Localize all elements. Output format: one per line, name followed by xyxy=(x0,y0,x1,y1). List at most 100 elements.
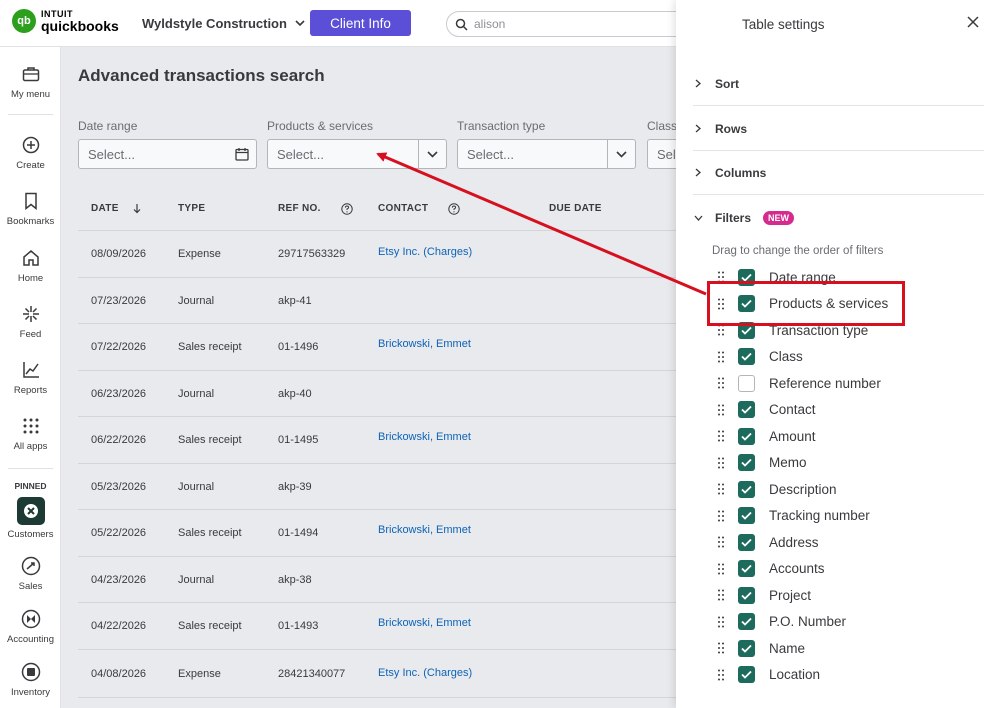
table-row[interactable]: 05/23/2026 Journal akp-39 xyxy=(78,464,676,510)
col-due-date[interactable]: DUE DATE xyxy=(549,203,649,214)
filter-option-row[interactable]: Contact xyxy=(718,397,816,424)
nav-label: Inventory xyxy=(10,687,51,698)
nav-customers[interactable]: Customers xyxy=(0,497,61,540)
search-input[interactable] xyxy=(474,17,674,31)
close-icon[interactable] xyxy=(965,14,981,30)
filter-checkbox[interactable] xyxy=(738,480,755,498)
table-row[interactable]: 06/23/2026 Journal akp-40 xyxy=(78,371,676,417)
table-row[interactable]: 07/22/2026 Sales receipt 01-1496 Brickow… xyxy=(78,324,676,371)
col-type[interactable]: TYPE xyxy=(178,203,278,214)
drag-handle-icon[interactable] xyxy=(718,642,724,654)
nav-home[interactable]: Home xyxy=(0,247,61,284)
drag-handle-icon[interactable] xyxy=(718,563,724,575)
section-columns[interactable]: Columns xyxy=(693,151,984,195)
filter-checkbox[interactable] xyxy=(738,427,755,445)
filter-option-row[interactable]: Description xyxy=(718,476,837,503)
filter-checkbox[interactable] xyxy=(738,348,755,366)
filter-option-row[interactable]: Amount xyxy=(718,423,816,450)
drag-handle-icon[interactable] xyxy=(718,616,724,628)
table-row[interactable]: 04/08/2026 Expense 28421340077 Etsy Inc.… xyxy=(78,650,676,698)
search-bar[interactable] xyxy=(446,11,696,37)
filter-option-row[interactable]: Class xyxy=(718,344,803,371)
filter-checkbox[interactable] xyxy=(738,454,755,472)
cell-contact-link[interactable]: Brickowski, Emmet xyxy=(378,431,549,443)
section-sort[interactable]: Sort xyxy=(693,62,984,106)
col-contact[interactable]: CONTACT xyxy=(378,202,549,215)
filter-option-row[interactable]: Project xyxy=(718,582,811,609)
section-filters[interactable]: Filters NEW xyxy=(693,196,984,240)
date-range-field[interactable]: Select... xyxy=(78,139,257,169)
table-row[interactable]: 04/23/2026 Journal akp-38 xyxy=(78,557,676,603)
cell-contact-link[interactable]: Brickowski, Emmet xyxy=(378,524,549,536)
filter-checkbox[interactable] xyxy=(738,613,755,631)
filter-option-row[interactable]: Accounts xyxy=(718,556,825,583)
table-row[interactable]: 04/22/2026 Sales receipt 01-1493 Brickow… xyxy=(78,603,676,650)
nav-all-apps[interactable]: All apps xyxy=(0,415,61,452)
table-row[interactable]: 06/22/2026 Sales receipt 01-1495 Brickow… xyxy=(78,417,676,464)
nav-my-menu[interactable]: My menu xyxy=(0,63,61,100)
help-icon[interactable] xyxy=(340,202,353,215)
transaction-type-select[interactable]: Select... xyxy=(457,139,636,169)
filter-option-row[interactable]: Reference number xyxy=(718,370,881,397)
drag-handle-icon[interactable] xyxy=(718,430,724,442)
filter-label: Date range xyxy=(78,119,138,133)
filter-checkbox[interactable] xyxy=(738,586,755,604)
filter-checkbox[interactable] xyxy=(738,401,755,419)
chevron-down-icon[interactable] xyxy=(607,140,635,168)
cell-ref: 01-1493 xyxy=(278,620,319,632)
nav-inventory[interactable]: Inventory xyxy=(0,661,61,698)
filter-option-row[interactable]: Name xyxy=(718,635,805,662)
nav-sales[interactable]: Sales xyxy=(0,555,61,592)
filter-checkbox[interactable] xyxy=(738,639,755,657)
section-rows[interactable]: Rows xyxy=(693,107,984,151)
drag-handle-icon[interactable] xyxy=(718,404,724,416)
cell-date: 06/22/2026 xyxy=(91,434,147,446)
nav-feed[interactable]: Feed xyxy=(0,303,61,340)
filter-option-row[interactable]: Address xyxy=(718,529,819,556)
drag-handle-icon[interactable] xyxy=(718,457,724,469)
checkmark-icon xyxy=(741,565,752,574)
cell-date: 04/23/2026 xyxy=(91,573,147,586)
drag-handle-icon[interactable] xyxy=(718,510,724,522)
filter-checkbox[interactable] xyxy=(738,560,755,578)
table-row[interactable]: 08/09/2026 Expense 29717563329 Etsy Inc.… xyxy=(78,231,676,278)
company-switcher[interactable]: Wyldstyle Construction xyxy=(142,16,305,31)
col-date[interactable]: DATE xyxy=(78,203,178,214)
cell-contact-link[interactable]: Brickowski, Emmet xyxy=(378,338,549,350)
drag-handle-icon[interactable] xyxy=(718,351,724,363)
help-icon[interactable] xyxy=(448,202,460,215)
nav-create[interactable]: Create xyxy=(0,134,61,171)
filter-checkbox[interactable] xyxy=(738,507,755,525)
cell-contact-link[interactable]: Brickowski, Emmet xyxy=(378,617,549,629)
filter-option-row[interactable]: Memo xyxy=(718,450,807,477)
table-row[interactable]: 07/23/2026 Journal akp-41 xyxy=(78,278,676,324)
drag-handle-icon[interactable] xyxy=(718,483,724,495)
cell-ref: akp-39 xyxy=(278,480,312,493)
drag-handle-icon[interactable] xyxy=(718,536,724,548)
col-ref-no[interactable]: REF NO. xyxy=(278,202,378,215)
nav-bookmarks[interactable]: Bookmarks xyxy=(0,190,61,227)
filter-option-row[interactable]: P.O. Number xyxy=(718,609,846,636)
nav-accounting[interactable]: Accounting xyxy=(0,608,61,645)
table-row[interactable]: 05/22/2026 Sales receipt 01-1494 Brickow… xyxy=(78,510,676,557)
chevron-down-icon[interactable] xyxy=(418,140,446,168)
nav-reports[interactable]: Reports xyxy=(0,359,61,396)
products-services-select[interactable]: Select... xyxy=(267,139,447,169)
client-info-button[interactable]: Client Info xyxy=(310,10,411,36)
filter-option-row[interactable]: Tracking number xyxy=(718,503,870,530)
drag-handle-icon[interactable] xyxy=(718,669,724,681)
checkmark-icon xyxy=(741,406,752,415)
filter-option-row[interactable]: Location xyxy=(718,662,820,689)
quickbooks-logo[interactable]: qb INTUIT quickbooks xyxy=(12,9,119,33)
cell-contact-link[interactable]: Etsy Inc. (Charges) xyxy=(378,667,549,679)
calendar-icon[interactable] xyxy=(228,140,256,168)
filter-checkbox[interactable] xyxy=(738,533,755,551)
filter-checkbox[interactable] xyxy=(738,374,755,392)
filter-checkbox[interactable] xyxy=(738,666,755,684)
cell-contact-link[interactable]: Etsy Inc. (Charges) xyxy=(378,246,549,258)
class-select[interactable]: Sele xyxy=(647,139,676,169)
drag-handle-icon[interactable] xyxy=(718,324,724,336)
drag-handle-icon[interactable] xyxy=(718,377,724,389)
main-content: Advanced transactions search Date range … xyxy=(61,47,676,708)
drag-handle-icon[interactable] xyxy=(718,589,724,601)
